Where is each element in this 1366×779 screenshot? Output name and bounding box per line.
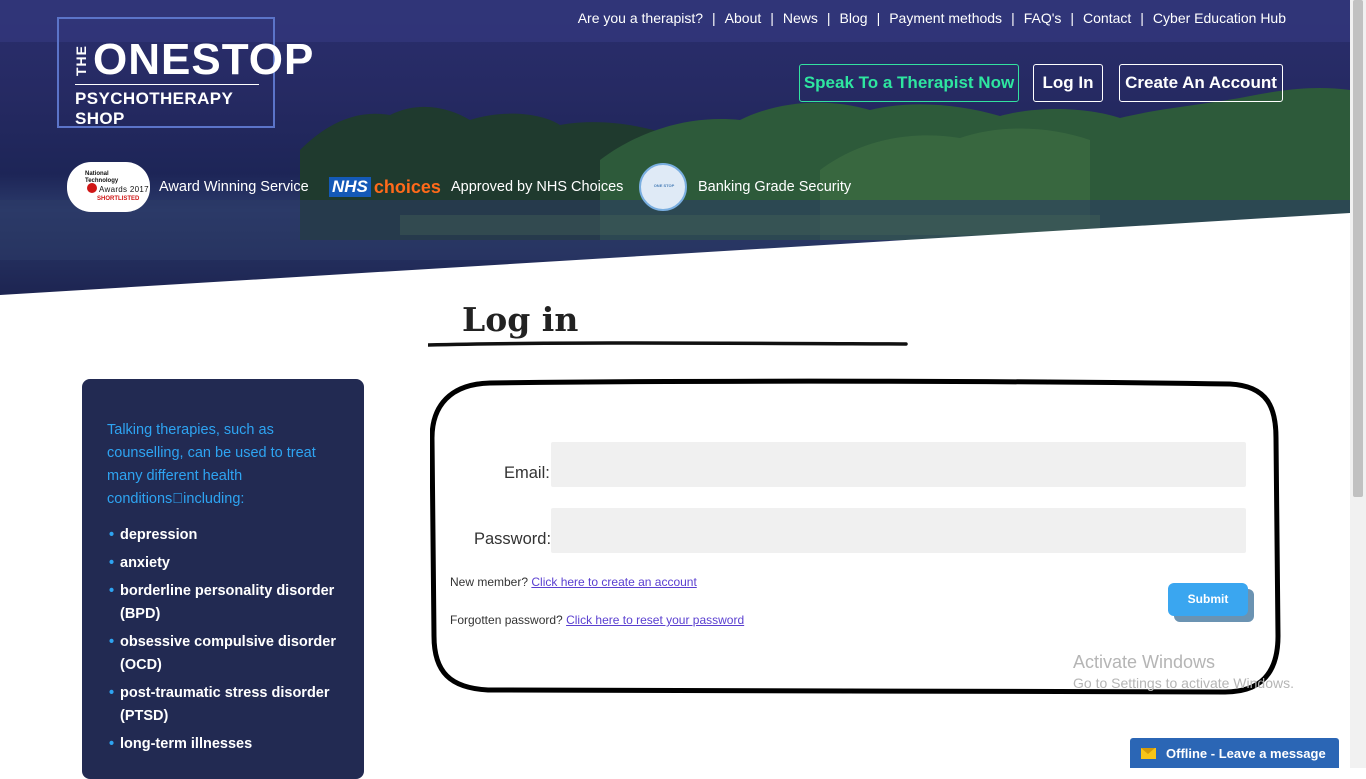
email-field[interactable] [551, 442, 1246, 487]
nav-about[interactable]: About [725, 10, 762, 26]
logo-the-text: THE [73, 45, 89, 77]
forgot-password-text: Forgotten password? [450, 613, 563, 627]
award-text: Award Winning Service [159, 179, 309, 195]
nav-separator: | [1011, 10, 1015, 26]
security-seal-icon: ONE STOP [639, 163, 687, 211]
create-account-button[interactable]: Create An Account [1119, 64, 1283, 102]
nhs-badge: NHS choices Approved by NHS Choices [329, 162, 623, 212]
reset-password-link[interactable]: Click here to reset your password [566, 613, 744, 627]
chat-label: Offline - Leave a message [1166, 745, 1326, 761]
title-underline [428, 341, 908, 347]
logo-subtitle: PSYCHOTHERAPY SHOP [75, 89, 233, 128]
activate-windows-watermark: Activate Windows Go to Settings to activ… [1073, 652, 1294, 691]
speak-to-therapist-button[interactable]: Speak To a Therapist Now [799, 64, 1019, 102]
nav-blog[interactable]: Blog [840, 10, 868, 26]
hero-banner: THE ONESTOP PSYCHOTHERAPY SHOP Are you a… [0, 0, 1350, 300]
technology-awards-logo: National Technology Awards 2017 SHORTLIS… [67, 162, 150, 212]
nav-separator: | [712, 10, 716, 26]
award-logo-year: Awards 2017 [99, 185, 149, 194]
list-item: borderline personality disorder (BPD) [109, 580, 349, 626]
email-label: Email: [504, 464, 550, 482]
nav-separator: | [770, 10, 774, 26]
logo-onestop-text: ONESTOP [93, 35, 315, 84]
nav-faqs[interactable]: FAQ's [1024, 10, 1062, 26]
nav-separator: | [1140, 10, 1144, 26]
top-navigation: Are you a therapist? | About | News | Bl… [578, 10, 1286, 26]
envelope-icon [1141, 747, 1156, 759]
security-badge: ONE STOP Banking Grade Security [639, 162, 851, 212]
page-scrollbar[interactable] [1350, 0, 1366, 768]
list-item: long-term illnesses [109, 733, 349, 756]
nav-payment-methods[interactable]: Payment methods [889, 10, 1002, 26]
create-account-link[interactable]: Click here to create an account [531, 575, 696, 589]
watermark-subtitle: Go to Settings to activate Windows. [1073, 675, 1294, 691]
login-button[interactable]: Log In [1033, 64, 1103, 102]
forgot-password-note: Forgotten password? Click here to reset … [450, 613, 744, 627]
nav-news[interactable]: News [783, 10, 818, 26]
list-item: obsessive compulsive disorder (OCD) [109, 631, 349, 677]
page-title: Log in [462, 300, 579, 339]
therapy-info-sidebar: Talking therapies, such as counselling, … [82, 379, 364, 779]
chat-widget[interactable]: Offline - Leave a message [1130, 738, 1339, 768]
site-logo[interactable]: THE ONESTOP PSYCHOTHERAPY SHOP [57, 17, 313, 128]
award-logo-shortlisted: SHORTLISTED [97, 196, 140, 202]
watermark-title: Activate Windows [1073, 652, 1216, 672]
scrollbar-thumb[interactable] [1353, 0, 1363, 497]
nav-separator: | [1070, 10, 1075, 26]
award-badge: National Technology Awards 2017 SHORTLIS… [67, 162, 309, 212]
nav-separator: | [876, 10, 881, 26]
list-item: depression [109, 524, 349, 547]
sidebar-intro: Talking therapies, such as counselling, … [107, 422, 316, 507]
nav-separator: | [826, 10, 831, 26]
list-item: post-traumatic stress disorder (PTSD) [109, 682, 349, 728]
logo-divider [75, 84, 259, 85]
nav-cyber-education-hub[interactable]: Cyber Education Hub [1153, 10, 1286, 26]
nav-are-you-a-therapist[interactable]: Are you a therapist? [578, 10, 703, 26]
award-logo-dot [87, 183, 97, 193]
new-member-note: New member? Click here to create an acco… [450, 575, 697, 589]
password-field[interactable] [551, 508, 1246, 553]
new-member-text: New member? [450, 575, 529, 589]
nav-contact[interactable]: Contact [1083, 10, 1131, 26]
submit-button[interactable]: Submit [1168, 583, 1248, 616]
password-label: Password: [474, 530, 552, 548]
nhs-text: Approved by NHS Choices [450, 179, 624, 195]
security-text: Banking Grade Security [698, 179, 852, 195]
list-item: anxiety [109, 552, 349, 575]
conditions-list: depression anxiety borderline personalit… [109, 524, 349, 761]
nhs-choices-logo: NHS choices [329, 177, 441, 198]
